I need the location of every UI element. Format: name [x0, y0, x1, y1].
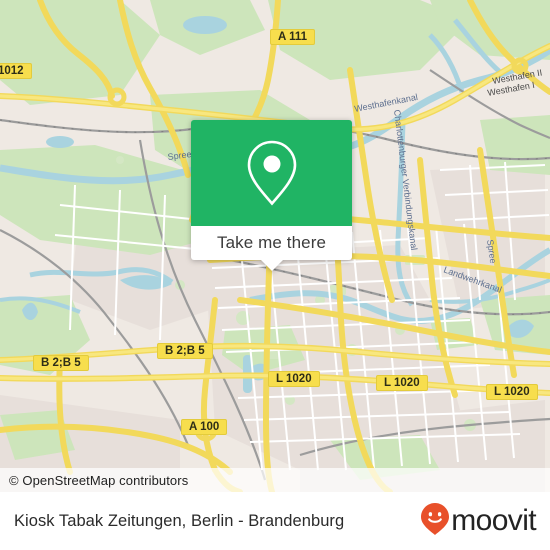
popup-card-header: [191, 120, 352, 226]
road-shield-a111[interactable]: A 111: [270, 27, 315, 45]
popup-tail-pointer: [260, 260, 283, 271]
take-me-there-button[interactable]: Take me there: [217, 233, 326, 253]
moovit-map-screenshot: Westhafenkanal Spree Spree Charlottenbur…: [0, 0, 550, 550]
page-title: Kiosk Tabak Zeitungen, Berlin - Brandenb…: [14, 511, 345, 530]
location-popup-card[interactable]: Take me there: [191, 120, 352, 271]
map-pin-icon: [245, 139, 299, 207]
road-shield-l1020-left[interactable]: L 1020: [268, 369, 320, 387]
road-shield-l1020-right[interactable]: L 1020: [486, 382, 538, 400]
popup-card-footer[interactable]: Take me there: [191, 226, 352, 271]
bottom-title-bar: Kiosk Tabak Zeitungen, Berlin - Brandenb…: [0, 492, 550, 550]
osm-attribution-text: © OpenStreetMap contributors: [9, 472, 189, 488]
moovit-smiley-pin-icon: [420, 502, 450, 541]
road-shield-b2b5-center[interactable]: B 2;B 5: [157, 341, 213, 359]
road-shield-1012[interactable]: 1012: [0, 61, 32, 79]
moovit-wordmark: moovit: [451, 504, 536, 537]
osm-attribution-bar: © OpenStreetMap contributors: [0, 468, 550, 492]
road-shield-b2b5-left[interactable]: B 2;B 5: [33, 353, 89, 371]
road-shield-a100[interactable]: A 100: [181, 417, 228, 435]
road-shield-l1020-center[interactable]: L 1020: [376, 373, 428, 391]
moovit-logo[interactable]: moovit: [420, 502, 537, 541]
